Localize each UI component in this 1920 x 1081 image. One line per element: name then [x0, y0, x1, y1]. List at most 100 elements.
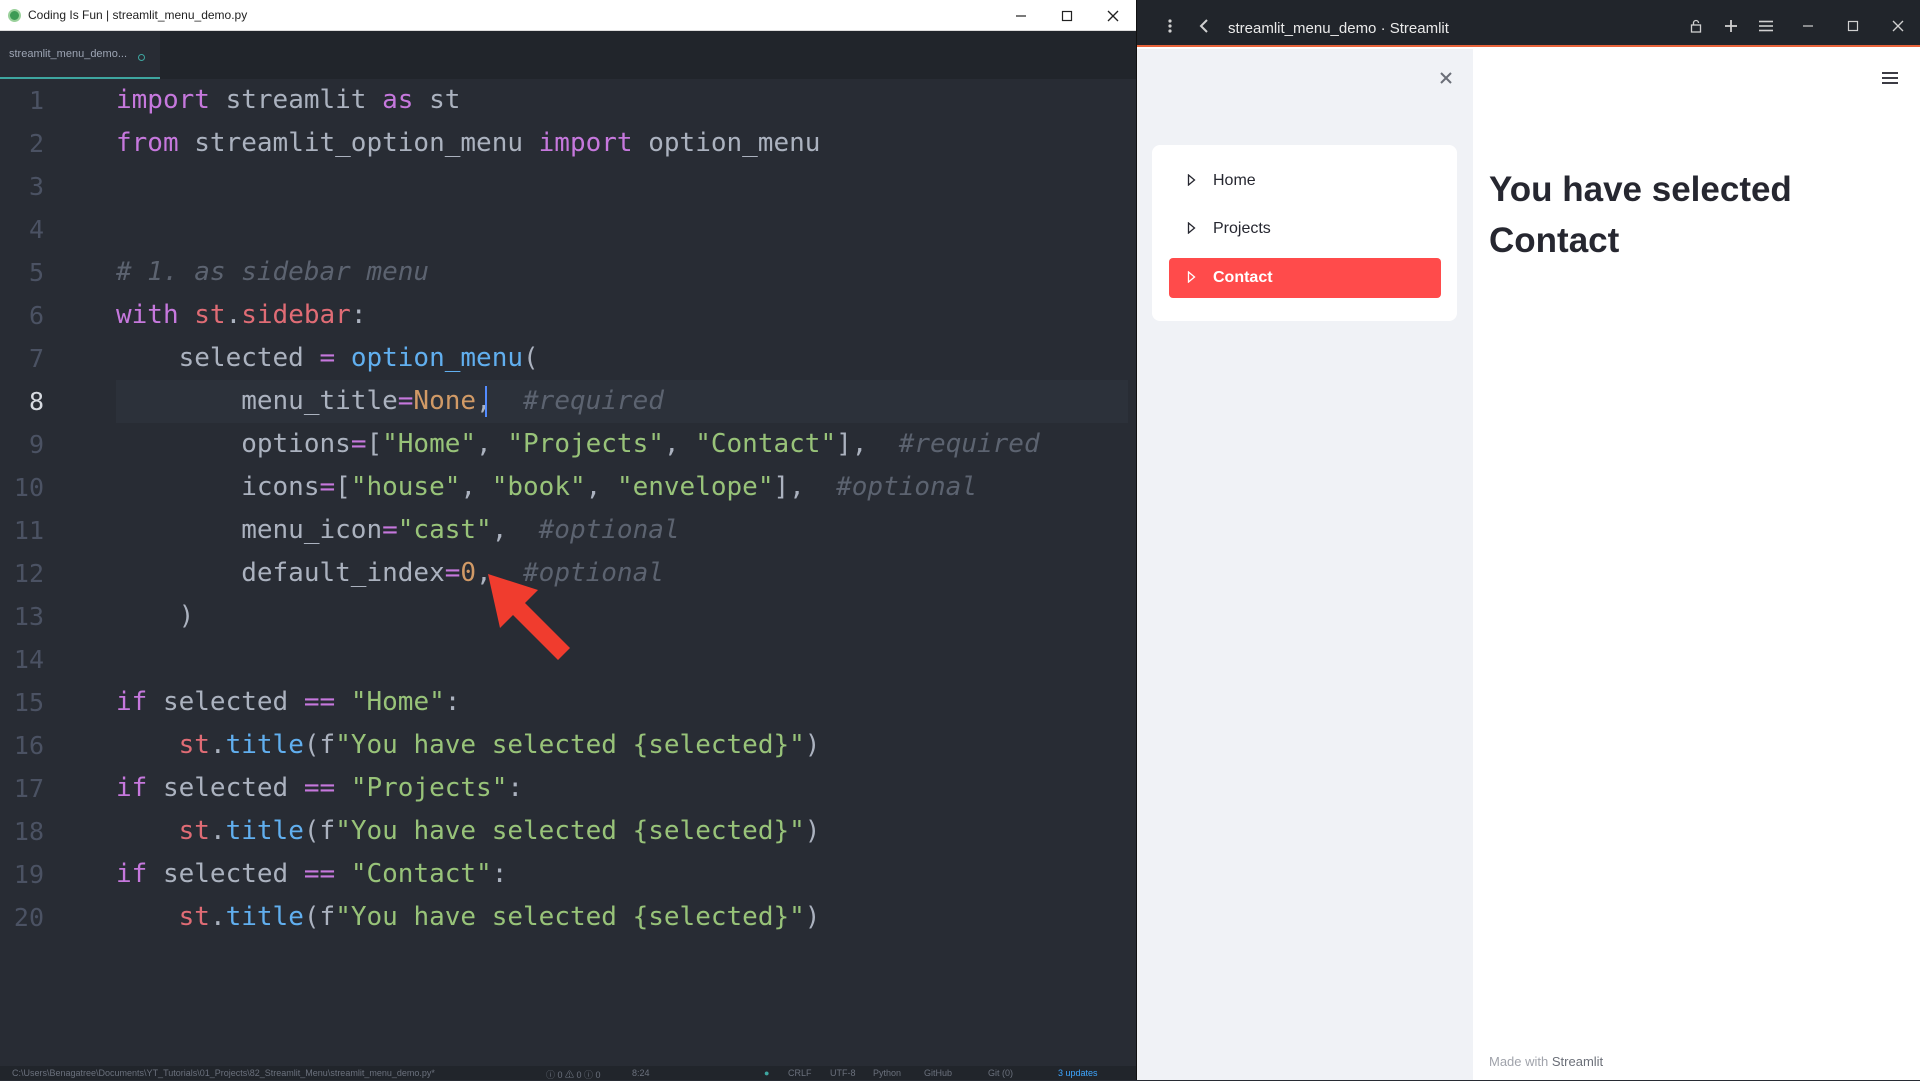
- code-line-active: menu_title=None, #required: [0, 380, 1136, 423]
- maximize-button[interactable]: [1044, 0, 1090, 31]
- status-diagnostics[interactable]: ⓘ 0 ⚠ 0 ⓘ 0: [546, 1068, 601, 1081]
- code-token: st: [178, 902, 210, 932]
- code-token: from: [116, 128, 179, 158]
- kebab-menu-icon: [1168, 19, 1172, 33]
- menu-item-label: Home: [1213, 172, 1256, 189]
- status-file-path[interactable]: C:\Users\Benagatree\Documents\YT_Tutoria…: [12, 1068, 435, 1078]
- annotation-arrow-icon: [488, 574, 570, 660]
- app-menu-button[interactable]: [1878, 66, 1902, 90]
- code-token: title: [225, 730, 304, 760]
- code-token: =: [397, 386, 414, 416]
- app-logo-icon: [8, 9, 21, 22]
- code-token: "You have selected {selected}": [335, 816, 805, 846]
- code-token: .: [225, 300, 242, 330]
- code-token: :: [444, 687, 461, 717]
- lock-icon: [1690, 19, 1702, 33]
- code-line: if selected == "Contact":: [0, 853, 1136, 896]
- code-comment: # 1. as sidebar menu: [116, 257, 430, 287]
- line-number: 4: [28, 215, 44, 244]
- close-window-button[interactable]: [1090, 0, 1136, 31]
- code-token: sidebar: [241, 300, 351, 330]
- code-line: st.title(f"You have selected {selected}"…: [0, 810, 1136, 853]
- close-sidebar-button[interactable]: [1435, 67, 1457, 89]
- code-token: st: [178, 730, 210, 760]
- code-token: None: [413, 386, 477, 416]
- code-token: selected: [116, 343, 320, 373]
- tab-label: streamlit_menu_demo...: [9, 48, 127, 60]
- chevron-right-icon: [1187, 174, 1196, 186]
- code-token: =: [319, 343, 336, 373]
- browser-maximize-button[interactable]: [1842, 15, 1864, 37]
- code-token: "Home": [382, 429, 477, 459]
- code-token: [: [335, 472, 351, 502]
- menu-item-label: Projects: [1213, 220, 1271, 237]
- code-token: option_menu: [632, 128, 821, 158]
- menu-item-projects[interactable]: Projects: [1169, 209, 1441, 249]
- code-line: st.title(f"You have selected {selected}"…: [0, 896, 1136, 939]
- status-updates[interactable]: 3 updates: [1058, 1068, 1098, 1078]
- code-token: st: [194, 300, 226, 330]
- tab-streamlit-menu-demo[interactable]: streamlit_menu_demo...: [0, 31, 160, 79]
- code-token: st: [413, 85, 461, 115]
- minimize-button[interactable]: [998, 0, 1044, 31]
- code-token: ): [804, 902, 821, 932]
- code-token: :: [350, 300, 367, 330]
- code-token: [: [366, 429, 383, 459]
- status-github[interactable]: GitHub: [924, 1068, 952, 1078]
- code-token: .: [209, 902, 226, 932]
- code-line: menu_icon="cast", #optional: [0, 509, 1136, 552]
- code-token: "book": [491, 472, 586, 502]
- code-token: .: [209, 816, 226, 846]
- status-git[interactable]: Git (0): [988, 1068, 1013, 1078]
- browser-minimize-button[interactable]: [1797, 15, 1819, 37]
- more-options-button[interactable]: [1159, 15, 1181, 37]
- code-token: "You have selected {selected}": [335, 902, 805, 932]
- status-encoding[interactable]: UTF-8: [830, 1068, 856, 1078]
- lock-button[interactable]: [1685, 15, 1707, 37]
- code-token: icons: [116, 472, 320, 502]
- option-menu: Home Projects Contact: [1152, 145, 1457, 321]
- code-token: (f: [303, 730, 336, 760]
- close-icon: [1892, 20, 1904, 32]
- browser-menu-button[interactable]: [1755, 15, 1777, 37]
- code-token: "Contact": [350, 859, 492, 889]
- browser-close-button[interactable]: [1887, 15, 1909, 37]
- code-token: "Projects": [350, 773, 508, 803]
- code-token: ==: [303, 859, 336, 889]
- streamlit-window: streamlit_menu_demo · Streamlit Home Pro…: [1136, 0, 1920, 1080]
- code-token: ==: [303, 687, 336, 717]
- menu-item-label: Contact: [1213, 269, 1273, 286]
- status-cursor-position[interactable]: 8:24: [632, 1068, 650, 1078]
- back-button[interactable]: [1193, 15, 1215, 37]
- status-dot-icon: ●: [764, 1068, 770, 1078]
- status-line-ending[interactable]: CRLF: [788, 1068, 812, 1078]
- streamlit-main: You have selected Contact Made with Stre…: [1473, 49, 1920, 1080]
- chevron-left-icon: [1199, 19, 1208, 33]
- code-token: streamlit_option_menu: [178, 128, 539, 158]
- streamlit-link[interactable]: Streamlit: [1552, 1054, 1603, 1069]
- code-token: ): [804, 816, 821, 846]
- code-line: if selected == "Projects":: [0, 767, 1136, 810]
- code-token: st: [178, 816, 210, 846]
- code-line: from streamlit_option_menu import option…: [0, 122, 1136, 165]
- code-token: "Home": [350, 687, 445, 717]
- plus-icon: [1725, 20, 1737, 32]
- code-line: # 1. as sidebar menu: [0, 251, 1136, 294]
- footer: Made with Streamlit: [1489, 1054, 1603, 1069]
- status-grammar[interactable]: Python: [873, 1068, 901, 1078]
- code-token: selected: [147, 687, 304, 717]
- close-icon: [1107, 10, 1119, 21]
- menu-item-contact[interactable]: Contact: [1169, 258, 1441, 298]
- code-line: with st.sidebar:: [0, 294, 1136, 337]
- browser-window-title: streamlit_menu_demo · Streamlit: [1228, 20, 1449, 37]
- code-comment: #required: [523, 386, 664, 416]
- menu-item-home[interactable]: Home: [1169, 161, 1441, 201]
- code-editor[interactable]: 1 2 3 4 5 6 7 8 9 10 11 12 13 14 15 16 17 18 19 20 import s…: [0, 79, 1136, 1059]
- code-token: (: [523, 343, 539, 373]
- code-token: ],: [836, 429, 899, 459]
- code-token: =: [319, 472, 336, 502]
- code-token: title: [225, 816, 304, 846]
- new-tab-button[interactable]: [1720, 15, 1742, 37]
